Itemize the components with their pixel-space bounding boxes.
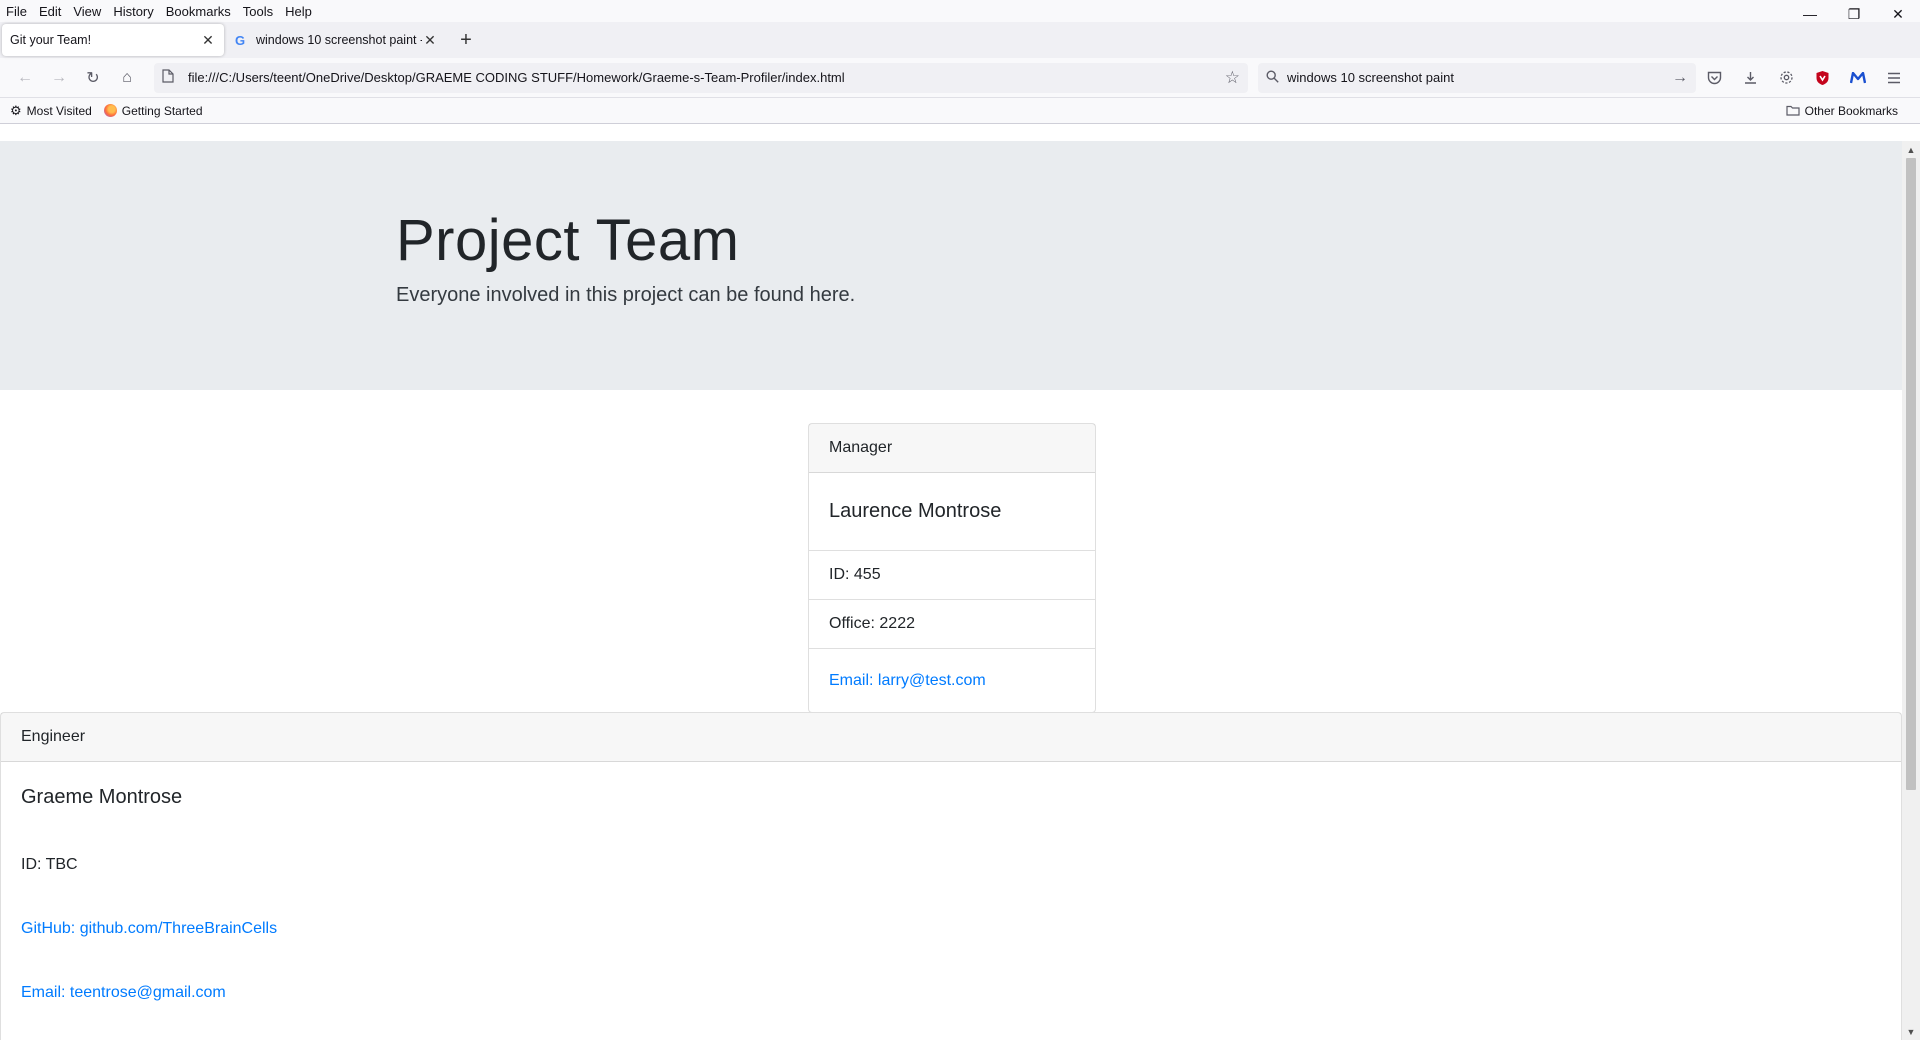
scrollbar-thumb[interactable]	[1906, 158, 1916, 790]
bookmark-getting-started[interactable]: Getting Started	[103, 103, 203, 118]
scroll-up-icon[interactable]: ▲	[1902, 141, 1920, 158]
pocket-icon[interactable]	[1696, 63, 1732, 93]
engineer-github-row: GitHub: github.com/ThreeBrainCells	[1, 897, 1901, 961]
engineer-id: ID: TBC	[21, 856, 78, 873]
menu-file[interactable]: File	[0, 4, 33, 19]
google-icon: G	[234, 32, 246, 48]
tab-title: Git your Team!	[10, 33, 92, 47]
card-body: Laurence Montrose	[809, 473, 1095, 550]
tab-close-icon[interactable]: ✕	[200, 32, 216, 49]
manager-name: Laurence Montrose	[829, 500, 1002, 522]
bookmark-label: Most Visited	[26, 103, 92, 118]
bookmark-star-icon[interactable]: ☆	[1225, 68, 1240, 88]
back-arrow-icon: ←	[17, 68, 33, 86]
tab-close-icon[interactable]: ✕	[422, 32, 438, 49]
page-title: Project Team	[396, 208, 740, 273]
bookmark-label: Getting Started	[121, 103, 203, 118]
menu-help[interactable]: Help	[279, 4, 318, 19]
card-header: Engineer	[1, 713, 1901, 762]
page-icon	[162, 69, 178, 86]
scroll-down-icon[interactable]: ▼	[1902, 1023, 1920, 1040]
restore-button[interactable]: ❐	[1832, 0, 1876, 28]
new-tab-button[interactable]: +	[450, 24, 482, 56]
forward-arrow-icon: →	[51, 68, 67, 86]
manager-id: ID: 455	[809, 550, 1095, 599]
search-bar[interactable]: windows 10 screenshot paint →	[1258, 62, 1696, 93]
home-icon: ⌂	[122, 68, 132, 86]
tab-strip: Git your Team! ✕ G windows 10 screenshot…	[0, 22, 1920, 58]
reload-button[interactable]: ↻	[76, 63, 110, 93]
manager-email-link[interactable]: Email: larry@test.com	[829, 672, 986, 690]
minimize-icon: —	[1803, 6, 1817, 22]
forward-button[interactable]: →	[42, 63, 76, 93]
plus-icon: +	[460, 28, 472, 51]
tab-google-search[interactable]: G windows 10 screenshot paint - G ✕	[224, 24, 446, 56]
other-bookmarks[interactable]: Other Bookmarks	[1786, 98, 1898, 124]
jumbotron: Project Team Everyone involved in this p…	[0, 141, 1902, 390]
ublock-icon[interactable]	[1804, 63, 1840, 93]
settings-icon[interactable]	[1768, 63, 1804, 93]
manager-email-row: Email: larry@test.com	[809, 648, 1095, 712]
menu-tools[interactable]: Tools	[237, 4, 279, 19]
menu-bar: File Edit View History Bookmarks Tools H…	[0, 0, 1920, 22]
vertical-scrollbar[interactable]: ▲ ▼	[1902, 141, 1920, 1040]
menu-history[interactable]: History	[107, 4, 159, 19]
page-lead: Everyone involved in this project can be…	[396, 284, 856, 306]
reload-icon: ↻	[86, 69, 100, 87]
search-go-icon[interactable]: →	[1672, 69, 1688, 87]
tab-git-your-team[interactable]: Git your Team! ✕	[2, 24, 224, 56]
back-button[interactable]: ←	[8, 63, 42, 93]
search-input[interactable]: windows 10 screenshot paint	[1287, 70, 1672, 85]
page-content: Project Team Everyone involved in this p…	[0, 141, 1902, 1040]
card-header: Manager	[809, 424, 1095, 473]
engineer-card: Engineer Graeme Montrose ID: TBC GitHub:…	[0, 712, 1902, 1040]
firefox-icon	[103, 104, 117, 117]
extensions-icon[interactable]	[1732, 63, 1768, 93]
address-bar[interactable]: file:///C:/Users/teent/OneDrive/Desktop/…	[154, 62, 1248, 93]
menu-bookmarks[interactable]: Bookmarks	[160, 4, 237, 19]
bookmark-label: Other Bookmarks	[1804, 104, 1898, 118]
engineer-email-link[interactable]: Email: teentrose@gmail.com	[21, 984, 226, 1002]
manager-card: Manager Laurence Montrose ID: 455 Office…	[808, 423, 1096, 713]
menu-edit[interactable]: Edit	[33, 4, 67, 19]
manager-office: Office: 2222	[809, 599, 1095, 648]
url-text: file:///C:/Users/teent/OneDrive/Desktop/…	[188, 70, 845, 85]
menu-icon[interactable]	[1876, 63, 1912, 93]
metamask-icon[interactable]	[1840, 63, 1876, 93]
home-button[interactable]: ⌂	[110, 63, 144, 93]
navigation-toolbar: ← → ↻ ⌂ file:///C:/Users/teent/OneDrive/…	[0, 58, 1920, 98]
menu-view[interactable]: View	[67, 4, 107, 19]
close-window-button[interactable]: ✕	[1876, 0, 1920, 28]
engineer-name: Graeme Montrose	[21, 786, 183, 808]
tab-title: windows 10 screenshot paint - G	[256, 33, 422, 47]
card-body: Graeme Montrose	[1, 762, 1901, 833]
gear-icon: ⚙	[10, 102, 22, 118]
search-icon	[1266, 69, 1279, 86]
close-icon: ✕	[1892, 5, 1904, 22]
folder-icon	[1786, 104, 1800, 119]
window-controls: — ❐ ✕	[1788, 0, 1920, 28]
engineer-github-link[interactable]: GitHub: github.com/ThreeBrainCells	[21, 920, 277, 938]
engineer-email-row: Email: teentrose@gmail.com	[1, 961, 1901, 1025]
page-viewport: Project Team Everyone involved in this p…	[0, 141, 1920, 1040]
bookmark-most-visited[interactable]: ⚙ Most Visited	[10, 103, 92, 119]
minimize-button[interactable]: —	[1788, 0, 1832, 28]
bookmarks-toolbar: ⚙ Most Visited Getting Started Other Boo…	[0, 98, 1920, 124]
restore-icon: ❐	[1847, 5, 1861, 22]
